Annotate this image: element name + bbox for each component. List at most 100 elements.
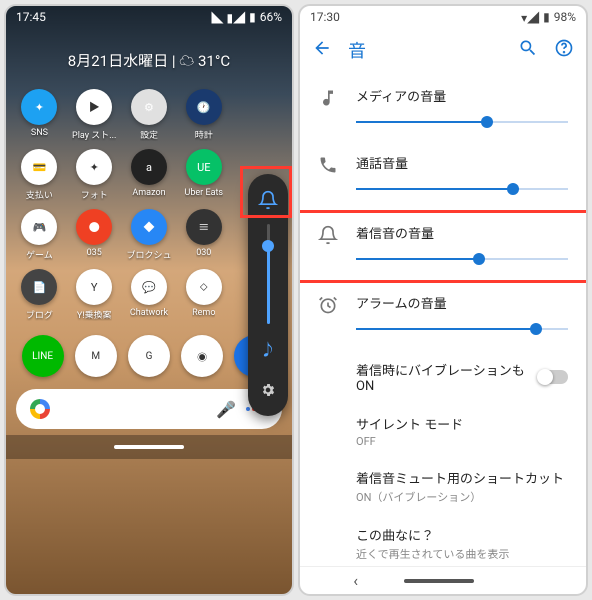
status-right: ▾◢ ▮ 98% <box>521 9 576 26</box>
app-icon: LINE <box>22 335 64 377</box>
volume-title: メディアの音量 <box>356 86 568 105</box>
app-icon: UE <box>186 149 222 185</box>
google-search-bar[interactable]: 🎤 <box>16 389 282 429</box>
volume-title: 通話音量 <box>356 153 568 172</box>
app-icon: G <box>128 335 170 377</box>
alarm-icon <box>318 295 340 319</box>
volume-slider[interactable] <box>356 182 568 196</box>
help-icon[interactable] <box>554 38 574 62</box>
app-13[interactable]: ≡ 030 <box>178 209 229 261</box>
app-label: 035 <box>87 248 102 258</box>
app-12[interactable]: ◆ ブロクシュ <box>124 209 175 261</box>
app-18[interactable]: ⬦ Remo <box>178 269 229 321</box>
app-8[interactable]: UE Uber Eats <box>178 149 229 201</box>
app-3[interactable]: 🕐 時計 <box>178 89 229 141</box>
app-11[interactable]: ● 035 <box>69 209 120 261</box>
app-label: Chatwork <box>130 308 168 318</box>
dock-app-1[interactable]: M <box>75 335 117 377</box>
status-bar: 17:30 ▾◢ ▮ 98% <box>300 6 586 28</box>
battery-pct: 98% <box>554 10 576 24</box>
volume-slider[interactable] <box>356 115 568 129</box>
app-label: ブログ <box>26 308 53 321</box>
app-label: 支払い <box>26 188 53 201</box>
setting-subtitle: OFF <box>356 435 568 448</box>
setting-title: 着信音ミュート用のショートカット <box>356 468 568 487</box>
app-16[interactable]: Y Y!乗換案 <box>69 269 120 321</box>
search-icon[interactable] <box>518 38 538 62</box>
nav-pill[interactable] <box>404 579 474 583</box>
battery-pct: 66% <box>260 10 282 24</box>
app-6[interactable]: ✦ フォト <box>69 149 120 201</box>
setting-title: この曲なに？ <box>356 525 568 544</box>
app-5[interactable]: 💳 支払い <box>14 149 65 201</box>
dock-app-0[interactable]: LINE <box>22 335 64 377</box>
mic-icon[interactable]: 🎤 <box>216 400 236 419</box>
setting-subtitle: 近くで再生されている曲を表示 <box>356 546 568 562</box>
status-right: ◣ ▮◢ ▮ 66% <box>212 9 282 26</box>
setting-title: サイレント モード <box>356 414 568 433</box>
back-arrow-icon[interactable] <box>312 38 332 62</box>
widget-sep: | <box>172 52 176 70</box>
app-15[interactable]: 📄 ブログ <box>14 269 65 321</box>
date-weather-widget[interactable]: 8月21日水曜日 | ☁ 31°C <box>6 28 292 81</box>
signal-icon: ▾◢ <box>521 9 539 26</box>
setting-row-3[interactable]: この曲なに？ 近くで再生されている曲を表示 <box>300 515 586 566</box>
widget-date: 8月21日水曜日 <box>68 52 168 70</box>
app-icon: 📄 <box>21 269 57 305</box>
app-icon: M <box>75 335 117 377</box>
app-bar: 音 <box>300 28 586 72</box>
volume-slider[interactable] <box>356 252 568 266</box>
app-label: Remo <box>192 308 215 318</box>
app-icon: ◆ <box>131 209 167 245</box>
dock-app-2[interactable]: G <box>128 335 170 377</box>
app-icon: ▶ <box>76 89 112 125</box>
widget-temp: 31°C <box>198 52 230 70</box>
nav-pill[interactable] <box>114 445 184 449</box>
volume-panel[interactable]: ♪ <box>248 174 288 416</box>
bell-icon <box>318 225 340 249</box>
google-logo-icon <box>30 399 50 419</box>
setting-row-2[interactable]: 着信音ミュート用のショートカット ON（バイブレーション） <box>300 458 586 515</box>
volume-slider[interactable] <box>356 322 568 336</box>
weather-icon: ☁ <box>179 52 194 70</box>
app-label: Y!乗換案 <box>77 308 112 321</box>
settings-body: メディアの音量 通話音量 着信音の音量 <box>300 72 586 566</box>
toggle-switch[interactable] <box>538 370 568 384</box>
app-icon: ⬦ <box>186 269 222 305</box>
app-label: Play スト... <box>72 128 116 141</box>
status-bar: 17:45 ◣ ▮◢ ▮ 66% <box>6 6 292 28</box>
volume-item-alarm: アラームの音量 <box>300 283 586 350</box>
music-note-icon[interactable]: ♪ <box>250 330 286 366</box>
app-icon: 🕐 <box>186 89 222 125</box>
volume-title: 着信音の音量 <box>356 223 568 242</box>
nav-bar[interactable] <box>6 435 292 459</box>
app-icon: a <box>131 149 167 185</box>
setting-title: 着信時にバイブレーションもON <box>356 360 526 394</box>
nav-bar[interactable]: ‹ <box>300 566 586 594</box>
volume-item-note: メディアの音量 <box>300 76 586 143</box>
phone-settings-sound: 17:30 ▾◢ ▮ 98% 音 メディアの音量 通話 <box>298 4 588 596</box>
volume-slider[interactable] <box>267 224 270 324</box>
app-label: Uber Eats <box>185 188 224 198</box>
app-0[interactable]: ✦ SNS <box>14 89 65 141</box>
app-2[interactable]: ⚙ 設定 <box>124 89 175 141</box>
app-7[interactable]: a Amazon <box>124 149 175 201</box>
dock-app-3[interactable]: ◉ <box>181 335 223 377</box>
app-icon: 💳 <box>21 149 57 185</box>
appbar-title: 音 <box>348 37 502 63</box>
setting-row-1[interactable]: サイレント モード OFF <box>300 404 586 458</box>
app-icon: 💬 <box>131 269 167 305</box>
note-icon <box>318 88 340 112</box>
app-label: SNS <box>31 128 48 138</box>
battery-icon: ▮ <box>249 10 256 24</box>
volume-settings-icon[interactable] <box>250 372 286 408</box>
app-icon: ⚙ <box>131 89 167 125</box>
setting-row-0[interactable]: 着信時にバイブレーションもON <box>300 350 586 404</box>
bell-icon[interactable] <box>250 182 286 218</box>
app-10[interactable]: 🎮 ゲーム <box>14 209 65 261</box>
app-17[interactable]: 💬 Chatwork <box>124 269 175 321</box>
status-time: 17:30 <box>310 10 340 24</box>
app-1[interactable]: ▶ Play スト... <box>69 89 120 141</box>
app-icon: ✦ <box>76 149 112 185</box>
nav-back-icon[interactable]: ‹ <box>353 571 358 590</box>
